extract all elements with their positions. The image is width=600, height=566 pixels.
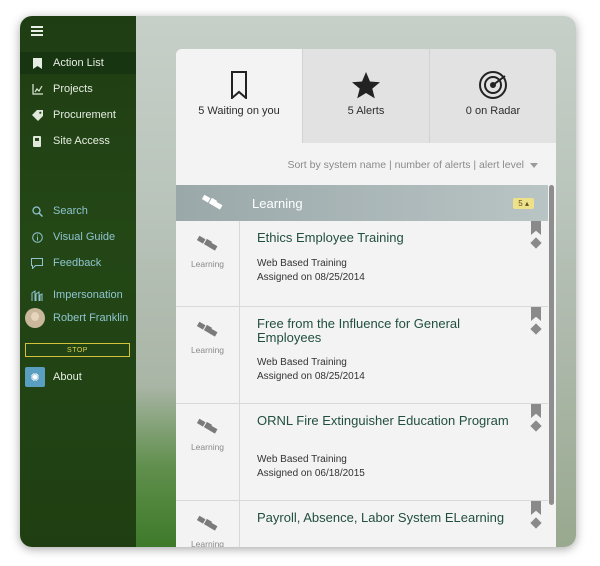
user-item[interactable]: Robert Franklin: [20, 307, 136, 329]
info-icon: [31, 231, 43, 243]
nav-label: Procurement: [53, 109, 116, 121]
item-category: Learning: [176, 501, 240, 547]
stop-button[interactable]: STOP: [25, 343, 130, 357]
nav-label: Projects: [53, 83, 93, 95]
flag-icon[interactable]: [530, 404, 542, 432]
hamburger-menu-icon[interactable]: [31, 26, 43, 36]
satellite-icon: [201, 194, 224, 213]
sort-text: Sort by system name | number of alerts |…: [287, 159, 524, 171]
item-type: Web Based Training: [257, 357, 347, 368]
chart-icon: [31, 83, 43, 95]
category-label: Learning: [190, 539, 225, 547]
about-icon: ✺: [25, 367, 45, 387]
tab-on-radar[interactable]: 0 on Radar: [430, 49, 556, 143]
nav-label: Visual Guide: [53, 231, 116, 243]
diamond-icon: [530, 323, 542, 335]
category-label: Learning: [190, 442, 225, 452]
scrollbar[interactable]: [549, 185, 554, 505]
nav-item-about[interactable]: ✺ About: [20, 366, 136, 388]
sort-options[interactable]: Sort by system name | number of alerts |…: [176, 159, 556, 171]
sidebar: Action List Projects Procurement Site Ac…: [20, 16, 136, 547]
count-value: 5: [518, 199, 523, 208]
bookmark-icon: [531, 307, 541, 321]
item-title[interactable]: ORNL Fire Extinguisher Education Program: [257, 414, 512, 428]
tab-waiting-on-you[interactable]: 5 Waiting on you: [176, 49, 302, 143]
item-category: Learning: [176, 307, 240, 403]
star-icon: [351, 69, 381, 101]
nav-item-action-list[interactable]: Action List: [20, 52, 136, 74]
diamond-icon: [530, 237, 542, 249]
badge-icon: [31, 135, 43, 147]
item-assigned: Assigned on 08/25/2014: [257, 371, 365, 382]
group-label: Learning: [252, 195, 303, 211]
group-header-learning[interactable]: Learning 5 ▴: [176, 185, 548, 221]
tab-label: 0 on Radar: [465, 105, 521, 117]
tab-label: 5 Waiting on you: [198, 105, 280, 117]
nav-label: Feedback: [53, 257, 102, 269]
item-type: Web Based Training: [257, 258, 347, 269]
diamond-icon: [530, 420, 542, 432]
nav-item-search[interactable]: Search: [20, 200, 136, 222]
bookmark-icon: [231, 69, 247, 101]
category-label: Learning: [190, 345, 225, 355]
item-title[interactable]: Free from the Influence for General Empl…: [257, 317, 512, 345]
item-title[interactable]: Payroll, Absence, Labor System ELearning: [257, 511, 512, 525]
item-assigned: Assigned on 08/25/2014: [257, 272, 365, 283]
item-category: Learning: [176, 221, 240, 306]
flag-icon[interactable]: [530, 307, 542, 335]
action-list-panel: 5 Waiting on you 5 Alerts 0 on Radar Sor…: [176, 49, 556, 547]
list-item[interactable]: Learning ORNL Fire Extinguisher Educatio…: [176, 404, 548, 501]
nav-item-site-access[interactable]: Site Access: [20, 130, 136, 152]
bookmark-icon: [531, 221, 541, 235]
diamond-icon: [530, 517, 542, 529]
satellite-icon: [196, 235, 219, 254]
satellite-icon: [196, 418, 219, 437]
tag-icon: [31, 109, 43, 121]
nav-label: About: [53, 371, 82, 383]
tab-label: 5 Alerts: [347, 105, 385, 117]
item-assigned: Assigned on 06/18/2015: [257, 468, 365, 479]
nav-label: Search: [53, 205, 88, 217]
app-window: Action List Projects Procurement Site Ac…: [20, 16, 576, 547]
satellite-icon: [196, 321, 219, 340]
item-title[interactable]: Ethics Employee Training: [257, 231, 512, 245]
feedback-icon: [31, 257, 43, 269]
count-badge: 5 ▴: [513, 198, 534, 209]
radar-icon: [478, 69, 508, 101]
satellite-icon: [196, 515, 219, 534]
bookmark-icon: [531, 404, 541, 418]
nav-item-visual-guide[interactable]: Visual Guide: [20, 226, 136, 248]
flag-icon[interactable]: [530, 501, 542, 529]
search-icon: [31, 205, 43, 217]
item-type: Web Based Training: [257, 454, 347, 465]
list-item[interactable]: Learning Payroll, Absence, Labor System …: [176, 501, 548, 547]
user-name: Robert Franklin: [53, 312, 129, 324]
nav-item-procurement[interactable]: Procurement: [20, 104, 136, 126]
bookmark-icon: [531, 501, 541, 515]
impersonation-icon: [31, 289, 43, 301]
nav-item-projects[interactable]: Projects: [20, 78, 136, 100]
nav-item-feedback[interactable]: Feedback: [20, 252, 136, 274]
nav-item-impersonation[interactable]: Impersonation: [20, 284, 136, 306]
bookmark-icon: [31, 57, 43, 69]
nav-label: Site Access: [53, 135, 110, 147]
nav-label: Action List: [53, 57, 104, 69]
item-category: Learning: [176, 404, 240, 500]
tab-alerts[interactable]: 5 Alerts: [302, 49, 430, 143]
list-item[interactable]: Learning Free from the Influence for Gen…: [176, 307, 548, 404]
chevron-down-icon[interactable]: [530, 162, 538, 168]
flag-icon[interactable]: [530, 221, 542, 249]
avatar: [25, 308, 45, 328]
category-label: Learning: [190, 259, 225, 269]
list-item[interactable]: Learning Ethics Employee Training Web Ba…: [176, 221, 548, 307]
impersonation-label: Impersonation: [53, 289, 123, 301]
